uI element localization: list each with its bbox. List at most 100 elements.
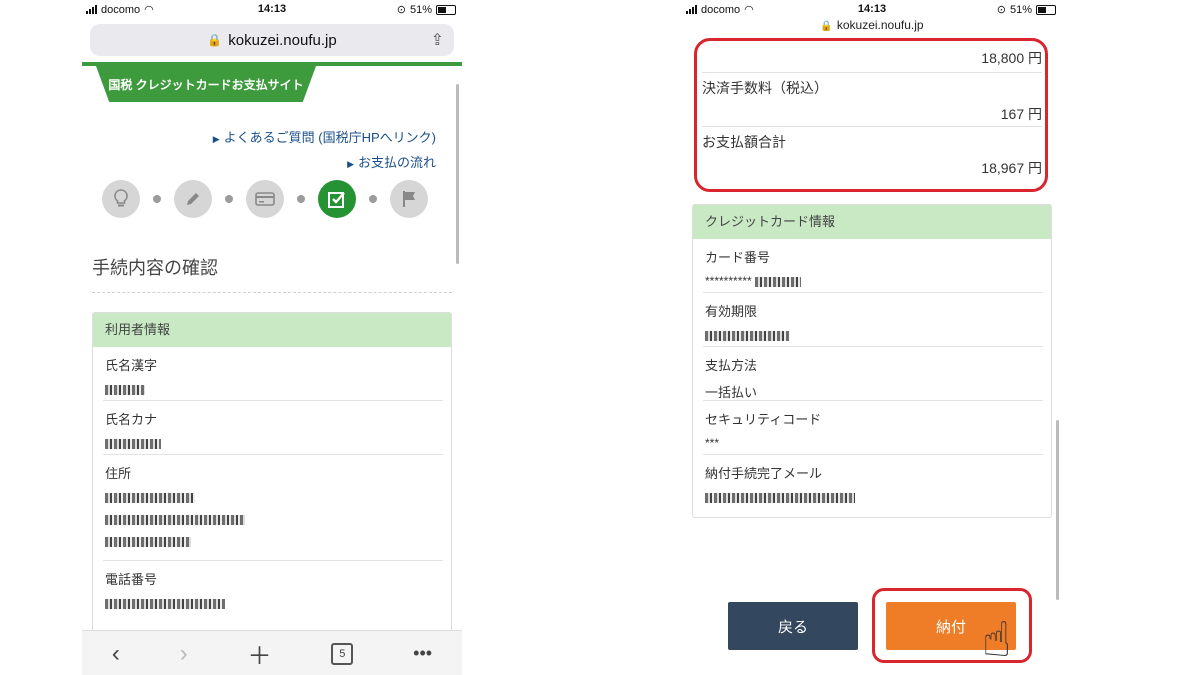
- redacted-value: [105, 596, 439, 610]
- battery-percent: 51%: [1009, 3, 1032, 16]
- divider: [92, 292, 452, 293]
- flow-link-label: お支払の流れ: [357, 155, 436, 170]
- redacted-value: [105, 534, 439, 548]
- arrow-right-icon: ▶: [347, 159, 354, 169]
- total-label: お支払額合計: [702, 134, 786, 150]
- user-info-card: 利用者情報 氏名漢字 氏名カナ 住所 電話番号: [92, 312, 452, 644]
- right-phone-screen: docomo ◠ 14:13 ⊙ 51% 🔒 kokuzei.noufu.jp 1…: [682, 0, 1062, 675]
- pencil-icon: [174, 180, 212, 218]
- step-dot: [225, 195, 233, 203]
- field-value: **********: [705, 274, 1039, 288]
- card-header: 利用者情報: [93, 313, 451, 347]
- redacted-value: [705, 490, 1039, 504]
- redaction-mosaic: [105, 492, 195, 503]
- redaction-mosaic: [105, 438, 161, 449]
- pointing-hand-icon: ☝: [982, 614, 1012, 667]
- redaction-mosaic: [705, 492, 855, 503]
- expiry-field: 有効期限: [693, 293, 1051, 347]
- field-label: 支払方法: [705, 358, 758, 373]
- lock-icon: 🔒: [820, 21, 833, 32]
- site-banner: 国税 クレジットカードお支払サイト: [96, 66, 316, 102]
- field-label: カード番号: [705, 250, 771, 265]
- field-label: 氏名漢字: [105, 358, 158, 373]
- address-bar[interactable]: 🔒 kokuzei.noufu.jp ⇪: [90, 24, 454, 56]
- battery: ⊙ 51%: [997, 3, 1056, 16]
- back-icon[interactable]: ‹: [112, 640, 120, 668]
- redaction-mosaic: [105, 536, 191, 547]
- orientation-lock-icon: ⊙: [396, 4, 406, 16]
- flow-link[interactable]: ▶ お支払の流れ: [213, 151, 436, 176]
- browser-toolbar: ‹ › ＋ 5 •••: [82, 630, 462, 675]
- field-label: 住所: [105, 466, 132, 481]
- share-icon[interactable]: ⇪: [431, 30, 444, 50]
- status-bar: docomo ◠ 14:13 ⊙ 51%: [682, 0, 1062, 20]
- field-label: 氏名カナ: [105, 412, 158, 427]
- field-label: 電話番号: [105, 572, 158, 587]
- scrollbar[interactable]: [456, 84, 459, 264]
- step-dot: [153, 195, 161, 203]
- redacted-value: [105, 490, 439, 504]
- row-divider: [702, 126, 1042, 127]
- fee-amount-row: 167 円: [702, 104, 1050, 124]
- redacted-value: [105, 436, 439, 450]
- step-dot: [369, 195, 377, 203]
- masked-card-number: **********: [705, 274, 752, 288]
- redaction-mosaic: [105, 514, 245, 525]
- faq-link-label: よくあるご質問 (国税庁HPへリンク): [223, 130, 436, 145]
- header-line: [82, 62, 462, 66]
- scrollbar[interactable]: [1056, 420, 1059, 600]
- battery: ⊙ 51%: [397, 3, 456, 16]
- redacted-value: [105, 512, 439, 526]
- completion-email-field: 納付手続完了メール: [693, 455, 1051, 509]
- security-code-field: セキュリティコード ***: [693, 401, 1051, 455]
- card-number-field: カード番号 **********: [693, 239, 1051, 293]
- redaction-mosaic: [105, 384, 145, 395]
- security-code-value: ***: [705, 436, 720, 450]
- battery-icon: [1036, 4, 1056, 15]
- name-kanji-field: 氏名漢字: [93, 347, 451, 401]
- redaction-mosaic: [705, 330, 789, 341]
- page-title: 手続内容の確認: [92, 258, 218, 278]
- redaction-mosaic: [755, 276, 802, 287]
- row-divider: [702, 72, 1042, 73]
- arrow-right-icon: ▶: [212, 134, 220, 144]
- new-tab-icon[interactable]: ＋: [248, 636, 272, 671]
- tax-amount-row: 18,800 円: [702, 48, 1050, 68]
- faq-link[interactable]: ▶ よくあるご質問 (国税庁HPへリンク): [213, 126, 436, 151]
- checkbox-icon: [318, 180, 356, 218]
- url-text: kokuzei.noufu.jp: [836, 18, 924, 32]
- flag-icon: [390, 180, 428, 218]
- more-icon[interactable]: •••: [413, 643, 432, 664]
- url-text: kokuzei.noufu.jp: [228, 31, 337, 49]
- progress-steps: [102, 180, 428, 218]
- redacted-value: [105, 382, 439, 396]
- battery-icon: [436, 4, 456, 15]
- credit-card-icon: [246, 180, 284, 218]
- address-bar-compact[interactable]: 🔒 kokuzei.noufu.jp: [682, 18, 1062, 32]
- lightbulb-icon: [102, 180, 140, 218]
- total-amount: 18,967 円: [981, 160, 1042, 176]
- payment-method-value: 一括払い: [705, 385, 758, 400]
- field-label: 有効期限: [705, 304, 758, 319]
- address-field: 住所: [93, 455, 451, 561]
- card-info-card: クレジットカード情報 カード番号 ********** 有効期限 支払方法 一括…: [692, 204, 1052, 518]
- tabs-button[interactable]: 5: [331, 642, 354, 665]
- fee-amount: 167 円: [1000, 106, 1042, 122]
- back-button[interactable]: 戻る: [728, 602, 858, 650]
- step-dot: [297, 195, 305, 203]
- redacted-value: [705, 328, 1039, 342]
- fee-label: 決済手数料（税込）: [702, 80, 828, 96]
- left-phone-screen: docomo ◠ 14:13 ⊙ 51% 🔒 kokuzei.noufu.jp …: [82, 0, 462, 675]
- field-label: 納付手続完了メール: [705, 466, 823, 481]
- total-amount-row: 18,967 円: [702, 158, 1050, 178]
- redaction-mosaic: [105, 598, 225, 609]
- name-kana-field: 氏名カナ: [93, 401, 451, 455]
- forward-icon[interactable]: ›: [180, 640, 188, 668]
- status-bar: docomo ◠ 14:13 ⊙ 51%: [82, 0, 462, 20]
- tax-amount: 18,800 円: [981, 50, 1042, 66]
- orientation-lock-icon: ⊙: [996, 4, 1006, 16]
- phone-field: 電話番号: [93, 561, 451, 615]
- battery-percent: 51%: [409, 3, 432, 16]
- card-header: クレジットカード情報: [693, 205, 1051, 239]
- field-label: セキュリティコード: [705, 412, 822, 427]
